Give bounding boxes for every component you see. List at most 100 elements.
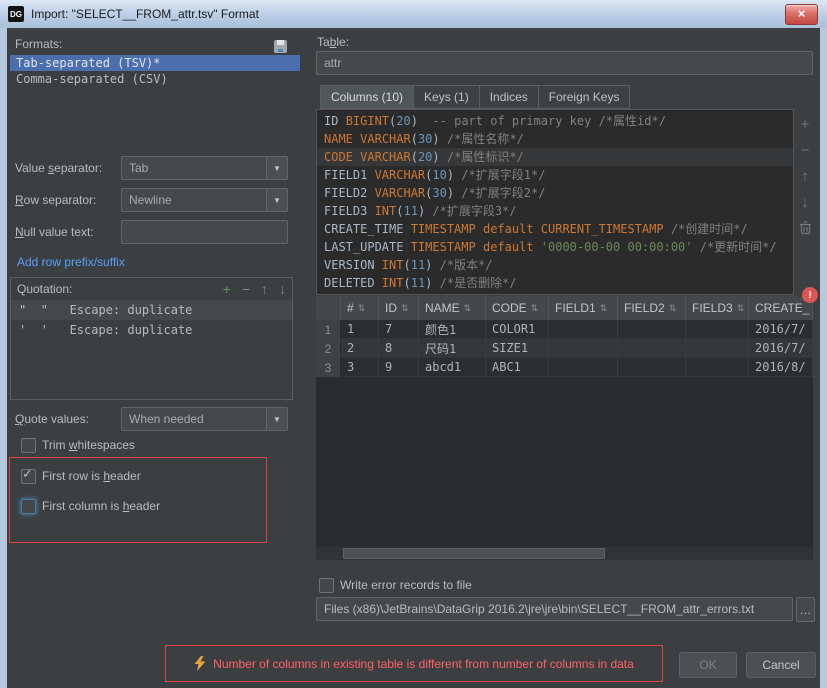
table-row[interactable]: 117颜色1COLOR12016/7/ — [316, 320, 813, 339]
add-icon[interactable]: + — [223, 282, 231, 296]
quotation-list: " " Escape: duplicate' ' Escape: duplica… — [11, 300, 292, 340]
column-header[interactable]: FIELD2⇅ — [618, 296, 686, 320]
table-cell — [686, 320, 749, 339]
table-cell — [686, 358, 749, 377]
row-number: 1 — [316, 320, 341, 339]
browse-button[interactable]: … — [796, 597, 815, 622]
move-down-icon[interactable]: ↓ — [796, 193, 814, 211]
table-cell — [549, 358, 618, 377]
ok-button[interactable]: OK — [679, 652, 737, 678]
grid-body: 117颜色1COLOR12016/7/228尺码1SIZE12016/7/339… — [316, 320, 813, 377]
table-label: Table: — [317, 35, 349, 49]
ddl-line: CODE VARCHAR(20) /*属性标识*/ — [317, 148, 793, 166]
sort-icon: ⇅ — [401, 303, 409, 314]
trash-icon[interactable] — [796, 219, 814, 237]
add-row-prefix-suffix-link[interactable]: Add row prefix/suffix — [17, 255, 125, 269]
table-name-input[interactable]: attr — [316, 51, 813, 75]
sort-icon: ⇅ — [464, 303, 472, 314]
add-column-icon[interactable]: + — [796, 115, 814, 133]
chevron-down-icon[interactable]: ▼ — [266, 408, 287, 430]
trim-whitespaces-label: Trim whitespaces — [42, 438, 135, 452]
table-cell — [549, 339, 618, 358]
table-cell — [686, 339, 749, 358]
horizontal-scrollbar[interactable] — [316, 547, 813, 560]
move-up-icon[interactable]: ↑ — [796, 167, 814, 185]
row-number: 3 — [316, 358, 341, 377]
ddl-line: NAME VARCHAR(30) /*属性名称*/ — [317, 130, 793, 148]
ddl-line: VERSION INT(11) /*版本*/ — [317, 256, 793, 274]
chevron-down-icon[interactable]: ▼ — [266, 189, 287, 211]
error-file-path-input[interactable]: Files (x86)\JetBrains\DataGrip 2016.2\jr… — [316, 597, 793, 621]
remove-column-icon[interactable]: − — [796, 141, 814, 159]
column-header[interactable]: CODE⇅ — [486, 296, 549, 320]
column-header[interactable]: ID⇅ — [379, 296, 419, 320]
data-preview-grid: #⇅ID⇅NAME⇅CODE⇅FIELD1⇅FIELD2⇅FIELD3⇅CREA… — [316, 296, 813, 560]
trim-whitespaces-checkbox[interactable]: ✓ — [21, 438, 36, 453]
table-cell: SIZE1 — [486, 339, 549, 358]
null-value-label: Null value text: — [15, 225, 94, 239]
first-column-header-checkbox[interactable]: ✓ — [21, 499, 36, 514]
close-icon[interactable]: × — [785, 4, 818, 25]
table-cell — [618, 358, 686, 377]
table-cell — [618, 320, 686, 339]
ddl-editor[interactable]: ID BIGINT(20) -- part of primary key /*属… — [316, 109, 794, 295]
column-header[interactable]: FIELD1⇅ — [549, 296, 618, 320]
quote-values-select[interactable]: When needed ▼ — [121, 407, 288, 431]
value-separator-select[interactable]: Tab ▼ — [121, 156, 288, 180]
move-down-icon[interactable]: ↓ — [279, 282, 286, 296]
window-title: Import: "SELECT__FROM_attr.tsv" Format — [31, 7, 259, 21]
sort-icon: ⇅ — [669, 303, 677, 314]
quotation-panel: Quotation: + − ↑ ↓ " " Escape: duplicate… — [10, 277, 293, 400]
move-up-icon[interactable]: ↑ — [261, 282, 268, 296]
grid-header-row: #⇅ID⇅NAME⇅CODE⇅FIELD1⇅FIELD2⇅FIELD3⇅CREA… — [316, 296, 813, 320]
write-error-records-label: Write error records to file — [340, 578, 472, 592]
sort-icon: ⇅ — [531, 303, 539, 314]
table-cell: 2016/7/ — [749, 320, 813, 339]
ddl-line: FIELD3 INT(11) /*扩展字段3*/ — [317, 202, 793, 220]
tab-bar: Columns (10)Keys (1)IndicesForeign Keys — [320, 85, 630, 109]
column-header[interactable]: FIELD3⇅ — [686, 296, 749, 320]
warning-bolt-icon — [194, 656, 206, 671]
check-icon: ✓ — [22, 466, 33, 482]
table-cell: 2 — [341, 339, 379, 358]
validation-error-text: Number of columns in existing table is d… — [213, 657, 634, 671]
quotation-rule[interactable]: " " Escape: duplicate — [11, 300, 292, 320]
tab-columns-10[interactable]: Columns (10) — [320, 85, 414, 109]
table-cell — [549, 320, 618, 339]
table-cell: ABC1 — [486, 358, 549, 377]
sort-icon: ⇅ — [600, 303, 608, 314]
table-cell: 8 — [379, 339, 419, 358]
table-cell: 1 — [341, 320, 379, 339]
dialog-body: Formats: Tab-separated (TSV)*Comma-separ… — [7, 28, 820, 688]
column-header[interactable]: NAME⇅ — [419, 296, 486, 320]
quote-values-label: Quote values: — [15, 412, 89, 426]
write-error-records-checkbox[interactable]: ✓ — [319, 578, 334, 593]
chevron-down-icon[interactable]: ▼ — [266, 157, 287, 179]
table-cell: 7 — [379, 320, 419, 339]
sort-icon: ⇅ — [358, 303, 366, 314]
scrollbar-thumb[interactable] — [343, 548, 605, 559]
remove-icon[interactable]: − — [242, 282, 250, 296]
tab-indices[interactable]: Indices — [480, 85, 539, 109]
tab-keys-1[interactable]: Keys (1) — [414, 85, 480, 109]
table-cell: 9 — [379, 358, 419, 377]
table-row[interactable]: 339abcd1ABC12016/8/ — [316, 358, 813, 377]
datagrip-app-icon: DG — [8, 6, 24, 22]
first-row-header-label: First row is header — [42, 469, 141, 483]
first-row-header-checkbox[interactable]: ✓ — [21, 469, 36, 484]
row-separator-select[interactable]: Newline ▼ — [121, 188, 288, 212]
sort-icon: ⇅ — [737, 303, 745, 314]
first-column-header-label: First column is header — [42, 499, 160, 513]
tab-foreign-keys[interactable]: Foreign Keys — [539, 85, 631, 109]
null-value-input[interactable] — [121, 220, 288, 244]
format-option[interactable]: Tab-separated (TSV)* — [10, 55, 300, 71]
column-header[interactable]: #⇅ — [341, 296, 379, 320]
cancel-button[interactable]: Cancel — [746, 652, 816, 678]
quotation-rule[interactable]: ' ' Escape: duplicate — [11, 320, 292, 340]
save-format-icon[interactable] — [274, 40, 287, 53]
table-cell: COLOR1 — [486, 320, 549, 339]
table-cell — [618, 339, 686, 358]
table-row[interactable]: 228尺码1SIZE12016/7/ — [316, 339, 813, 358]
format-option[interactable]: Comma-separated (CSV) — [10, 71, 300, 87]
title-bar[interactable]: DG Import: "SELECT__FROM_attr.tsv" Forma… — [0, 0, 827, 28]
